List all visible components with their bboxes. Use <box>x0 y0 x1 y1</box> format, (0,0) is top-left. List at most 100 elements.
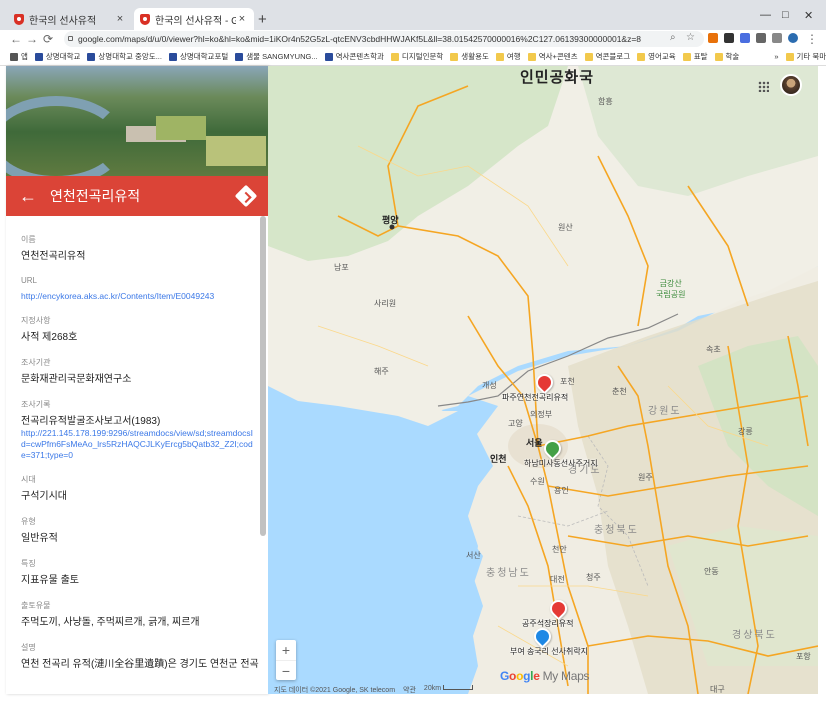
field-label: 조사기관 <box>21 358 51 367</box>
bookmark-item[interactable]: 샘물 SANGMYUNG... <box>235 51 318 62</box>
maximize-button[interactable]: □ <box>782 9 789 21</box>
zoom-out-button[interactable]: − <box>276 660 296 680</box>
tab-close-icon[interactable]: × <box>236 13 248 25</box>
feature-details-panel: ← 연천전곡리유적 이름 연천전곡리유적 URL http://encykore… <box>6 66 268 694</box>
panel-scrollbar[interactable] <box>260 216 266 536</box>
map-label-pyongyang: 평양 <box>382 215 399 225</box>
bookmark-folder[interactable]: 표탈 <box>682 51 708 62</box>
minimize-button[interactable]: — <box>760 9 771 21</box>
map-footer: 지도 데이터 ©2021 Google, SK telecom 약관 20km <box>268 685 818 694</box>
bookmark-folder[interactable]: 학술 <box>714 51 740 62</box>
map-label-hamhung: 함흥 <box>598 97 613 106</box>
tab-korean-prehistoric-sites[interactable]: 한국의 선사유적 × <box>8 8 132 30</box>
site-favicon-icon <box>87 52 96 61</box>
directions-icon[interactable] <box>234 184 258 208</box>
panel-header: ← 연천전곡리유적 <box>6 176 268 216</box>
url-input[interactable]: google.com/maps/d/u/0/viewer?hl=ko&hl=ko… <box>64 31 704 47</box>
field-value: 사적 제268호 <box>21 332 78 343</box>
field-value: 연천 전곡리 유적(漣川全谷里遺蹟)은 경기도 연천군 전곡 <box>21 659 259 670</box>
photo-field <box>206 136 266 166</box>
marker-label: 파주연천전곡리유적 <box>502 393 569 402</box>
zoom-in-button[interactable]: + <box>276 640 296 660</box>
address-bar-row: ← → ⟳ google.com/maps/d/u/0/viewer?hl=ko… <box>0 30 826 48</box>
tab-google-my-maps[interactable]: 한국의 선사유적 - Google 내 지 × <box>134 8 254 30</box>
map-label-chungnam: 충청남도 <box>486 568 531 579</box>
map-label-gyeongbuk: 경상북도 <box>732 630 777 641</box>
tab-close-icon[interactable]: × <box>114 13 126 25</box>
terms-link[interactable]: 약관 <box>403 685 416 694</box>
field-url: URL http://encykorea.aks.ac.kr/Contents/… <box>21 276 256 302</box>
field-value: 연천전곡리유적 <box>21 251 86 262</box>
map-canvas[interactable]: 인민공화국 평양 서울 인천 수원 강원도 경기도 충청북도 충청남도 경상북도… <box>268 66 818 694</box>
bookmark-star-icon[interactable]: ☆ <box>686 32 695 43</box>
avatar[interactable] <box>780 74 802 96</box>
new-tab-button[interactable]: + <box>258 11 267 28</box>
bookmarks-overflow-button[interactable]: » <box>774 52 778 61</box>
zoom-icon[interactable]: ⌕ <box>670 32 676 43</box>
field-label: 조사기록 <box>21 400 51 409</box>
field-label: 유형 <box>21 517 36 526</box>
field-survey-record: 조사기록 전곡리유적발굴조사보고서(1983) http://221.145.1… <box>21 399 256 461</box>
map-label-country: 인민공화국 <box>520 69 595 86</box>
back-arrow-icon[interactable]: ← <box>10 32 22 46</box>
site-photo <box>6 66 268 176</box>
map-label-yongin: 용인 <box>554 486 569 495</box>
bookmark-folder[interactable]: 디지털인문학 <box>390 51 443 62</box>
bookmark-folder-other[interactable]: 기타 북마크 <box>785 51 826 62</box>
extension-icon[interactable] <box>708 33 718 43</box>
map-label-nampo: 남포 <box>334 263 349 272</box>
map-label-daejeon: 대전 <box>550 575 565 584</box>
bookmark-folder[interactable]: 여행 <box>495 51 521 62</box>
field-name: 이름 연천전곡리유적 <box>21 234 256 263</box>
folder-icon <box>785 52 794 61</box>
bookmark-item[interactable]: 역사콘텐츠학과 <box>324 51 384 62</box>
field-label: 설명 <box>21 643 36 652</box>
folder-icon <box>682 52 691 61</box>
browser-tab-bar: 한국의 선사유적 × 한국의 선사유적 - Google 내 지 × + — □… <box>0 0 826 30</box>
site-favicon-icon <box>168 52 177 61</box>
profile-icon[interactable] <box>788 33 798 43</box>
bookmark-apps[interactable]: 앱 <box>10 51 28 62</box>
map-label-gangneung: 강릉 <box>738 427 753 436</box>
back-arrow-button[interactable]: ← <box>6 186 50 207</box>
folder-icon <box>527 52 536 61</box>
reading-list-icon[interactable] <box>772 33 782 43</box>
logo-letter: e <box>533 669 540 683</box>
browser-menu-icon[interactable]: ⋮ <box>806 32 818 46</box>
map-label-sariwon: 사리원 <box>374 299 397 308</box>
extension-icon[interactable] <box>724 33 734 43</box>
google-apps-icon[interactable] <box>758 81 769 92</box>
bookmark-folder[interactable]: 생활용도 <box>450 51 489 62</box>
close-window-button[interactable]: ✕ <box>804 9 813 22</box>
bookmark-folder[interactable]: 역콘블로그 <box>584 51 631 62</box>
marker-label: 부여 송국리 선사취락지 <box>510 647 589 656</box>
bookmark-item[interactable]: 상명대학교 중앙도... <box>87 51 162 62</box>
folder-icon <box>495 52 504 61</box>
map-label-suwon: 수원 <box>530 477 545 486</box>
report-link[interactable]: http://221.145.178.199:9296/streamdocs/v… <box>21 428 256 461</box>
map-label-incheon: 인천 <box>490 454 507 464</box>
bookmark-item[interactable]: 상명대학교 <box>34 51 80 62</box>
field-value: 주먹도끼, 사냥돌, 주먹찌르개, 긁개, 찌르개 <box>21 617 200 628</box>
scale-label[interactable]: 20km <box>424 685 474 694</box>
bookmark-label: 상명대학교포털 <box>179 52 229 61</box>
extensions-puzzle-icon[interactable] <box>756 33 766 43</box>
forward-arrow-icon[interactable]: → <box>26 32 38 46</box>
folder-icon <box>390 52 399 61</box>
bookmark-label: 샘물 SANGMYUNG... <box>246 52 318 61</box>
extension-icon[interactable] <box>740 33 750 43</box>
bookmark-folder[interactable]: 역사+콘텐츠 <box>527 51 578 62</box>
field-label: 특징 <box>21 559 36 568</box>
bookmark-label: 표탈 <box>693 52 708 61</box>
url-link[interactable]: http://encykorea.aks.ac.kr/Contents/Item… <box>21 291 256 302</box>
field-artifacts: 출토유물 주먹도끼, 사냥돌, 주먹찌르개, 긁개, 찌르개 <box>21 600 256 629</box>
bookmark-label: 학술 <box>725 52 740 61</box>
field-label: 출토유물 <box>21 601 51 610</box>
site-favicon-icon <box>235 52 244 61</box>
bookmark-item[interactable]: 상명대학교포털 <box>168 51 229 62</box>
field-label: 이름 <box>21 235 36 244</box>
bookmark-folder[interactable]: 영어교육 <box>637 51 676 62</box>
bookmark-label: 역콘블로그 <box>595 52 631 61</box>
map-label-cheonan: 천안 <box>552 545 567 554</box>
reload-icon[interactable]: ⟳ <box>43 32 53 46</box>
